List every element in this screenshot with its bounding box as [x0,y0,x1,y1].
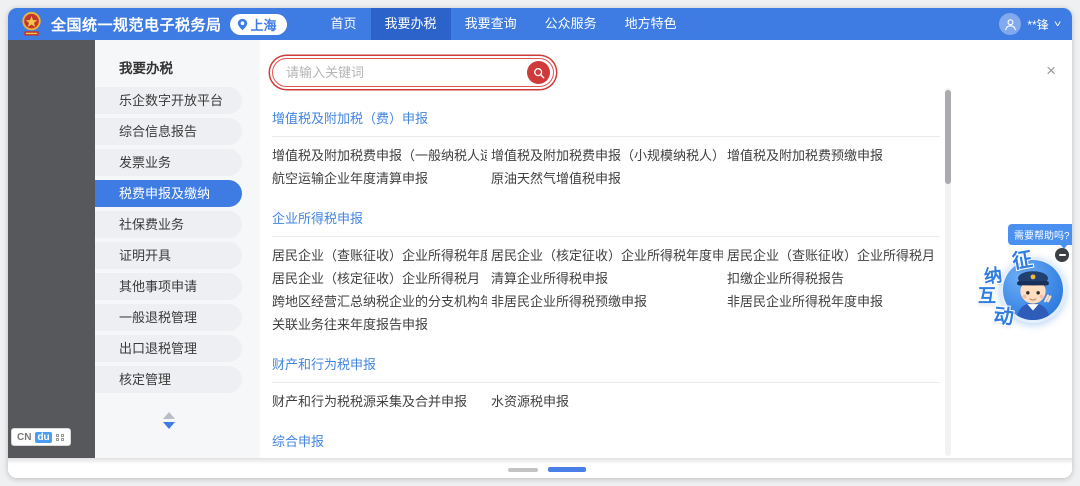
sidebar-item[interactable]: 综合信息报告 [95,118,242,145]
sidebar-items: 乐企数字开放平台综合信息报告发票业务税费申报及缴纳社保费业务证明开具其他事项申请… [95,87,260,393]
user-menu[interactable]: **锋 ˅ [999,13,1060,35]
menu-item[interactable]: 跨地区经营汇总纳税企业的分支机构年度纳税... [272,290,487,313]
menu-item[interactable]: 增值税及附加税费申报（小规模纳税人） [491,144,723,167]
ime-brand-badge: du [35,432,51,443]
page-up-arrow[interactable] [163,412,175,419]
carousel-dot-active[interactable] [548,467,586,472]
main-nav: 首页我要办税我要查询公众服务地方特色 [317,8,691,40]
menu-item[interactable]: 关联业务往来年度报告申报 [272,313,487,336]
screen: 全国统一规范电子税务局 上海 首页我要办税我要查询公众服务地方特色 **锋 ˅ [0,0,1080,486]
sidebar-item[interactable]: 税费申报及缴纳 [95,180,242,207]
section-grid: 财产和行为税税源采集及合并申报水资源税申报 [272,383,940,413]
scrollbar-thumb[interactable] [945,90,951,184]
nav-item[interactable]: 我要办税 [371,8,451,40]
sidebar-item[interactable]: 核定管理 [95,366,242,393]
assistant-widget: 需要帮助吗? 征 纳 互 动 [956,218,1072,368]
dimmed-page-overlay [8,40,95,458]
section-title: 企业所得税申报 [272,200,940,237]
sections: 增值税及附加税（费）申报增值税及附加税费申报（一般纳税人适用）增值税及附加税费申… [272,100,940,458]
assistant-badge-char: 征 [1010,242,1035,274]
ime-toolbar[interactable]: CN du [11,428,71,446]
menu-section: 综合申报车辆购置税纳税申报委托代征报告简易确认式申报综合关联式申报对外支付综合办… [272,423,940,458]
assistant-tooltip[interactable]: 需要帮助吗? [1008,224,1072,245]
app-title: 全国统一规范电子税务局 [51,14,222,35]
menu-item[interactable]: 居民企业（查账征收）企业所得税年度申报 [272,244,487,267]
assistant-badge-char: 动 [993,299,1016,330]
user-avatar [999,13,1021,35]
sidebar-item[interactable]: 证明开具 [95,242,242,269]
ime-language: CN [17,432,31,443]
top-header-bar: 全国统一规范电子税务局 上海 首页我要办税我要查询公众服务地方特色 **锋 ˅ [8,8,1072,40]
search-button[interactable] [527,61,550,84]
sidebar-item[interactable]: 一般退税管理 [95,304,242,331]
menu-section: 企业所得税申报居民企业（查账征收）企业所得税年度申报居民企业（核定征收）企业所得… [272,200,940,336]
menu-item[interactable]: 水资源税申报 [491,390,723,413]
sidebar-title: 我要办税 [95,53,260,87]
nav-item[interactable]: 地方特色 [611,8,691,40]
menu-item[interactable]: 增值税及附加税费申报（一般纳税人适用） [272,144,487,167]
close-icon[interactable]: × [1046,62,1056,79]
menu-item[interactable]: 增值税及附加税费预缴申报 [727,144,940,167]
mega-menu-panel: × 增值税及附加税（费）申报增值税及附加税费申报（一般纳税人适用）增值税及附加税… [260,40,1072,458]
sidebar-item[interactable]: 社保费业务 [95,211,242,238]
menu-item[interactable]: 非居民企业所得税年度申报 [727,290,940,313]
menu-item[interactable]: 非居民企业所得税预缴申报 [491,290,723,313]
nav-item[interactable]: 首页 [317,8,371,40]
menu-item[interactable]: 居民企业（查账征收）企业所得税月（季）度... [727,244,940,267]
menu-item[interactable]: 航空运输企业年度清算申报 [272,167,487,190]
section-grid: 居民企业（查账征收）企业所得税年度申报居民企业（核定征收）企业所得税年度申报居民… [272,237,940,336]
nav-item[interactable]: 我要查询 [451,8,531,40]
menu-item[interactable]: 财产和行为税税源采集及合并申报 [272,390,487,413]
ime-tools-icon [56,434,65,441]
location-switcher[interactable]: 上海 [230,14,287,35]
menu-item[interactable]: 清算企业所得税申报 [491,267,723,290]
carousel-dot[interactable] [508,468,538,472]
menu-section: 增值税及附加税（费）申报增值税及附加税费申报（一般纳税人适用）增值税及附加税费申… [272,100,940,190]
sidebar-item[interactable]: 其他事项申请 [95,273,242,300]
section-title: 财产和行为税申报 [272,346,940,383]
scrollbar-track[interactable] [945,88,951,456]
minimize-button[interactable] [1055,248,1069,262]
browser-window: 全国统一规范电子税务局 上海 首页我要办税我要查询公众服务地方特色 **锋 ˅ [8,8,1072,478]
menu-item[interactable]: 原油天然气增值税申报 [491,167,723,190]
location-pin-icon [237,18,248,31]
menu-item[interactable]: 居民企业（核定征收）企业所得税月（季）度... [272,267,487,290]
menu-item[interactable]: 扣缴企业所得税报告 [727,267,940,290]
search-icon [533,67,545,79]
section-grid: 增值税及附加税费申报（一般纳税人适用）增值税及附加税费申报（小规模纳税人）增值税… [272,137,940,190]
section-title: 增值税及附加税（费）申报 [272,100,940,137]
location-label: 上海 [251,15,277,34]
sidebar-item[interactable]: 发票业务 [95,149,242,176]
section-title: 综合申报 [272,423,940,458]
user-name: **锋 [1027,16,1048,33]
tax-emblem-logo [20,11,43,37]
keyword-search [272,58,554,87]
sidebar: 我要办税 乐企数字开放平台综合信息报告发票业务税费申报及缴纳社保费业务证明开具其… [95,40,260,458]
carousel-footer [8,458,1072,478]
sidebar-item[interactable]: 出口退税管理 [95,335,242,362]
nav-item[interactable]: 公众服务 [531,8,611,40]
person-icon [1004,18,1017,31]
page-down-arrow[interactable] [163,422,175,429]
minus-icon [1059,254,1066,256]
chevron-down-icon: ˅ [1054,19,1061,29]
search-input[interactable] [273,65,527,80]
menu-item[interactable]: 居民企业（核定征收）企业所得税年度申报 [491,244,723,267]
assistant-badge-char: 互 [978,282,996,308]
sidebar-item[interactable]: 乐企数字开放平台 [95,87,242,114]
page-body: 我要办税 乐企数字开放平台综合信息报告发票业务税费申报及缴纳社保费业务证明开具其… [8,40,1072,458]
carousel-dots [508,467,586,472]
menu-section: 财产和行为税申报财产和行为税税源采集及合并申报水资源税申报 [272,346,940,413]
sidebar-pager [95,412,242,429]
